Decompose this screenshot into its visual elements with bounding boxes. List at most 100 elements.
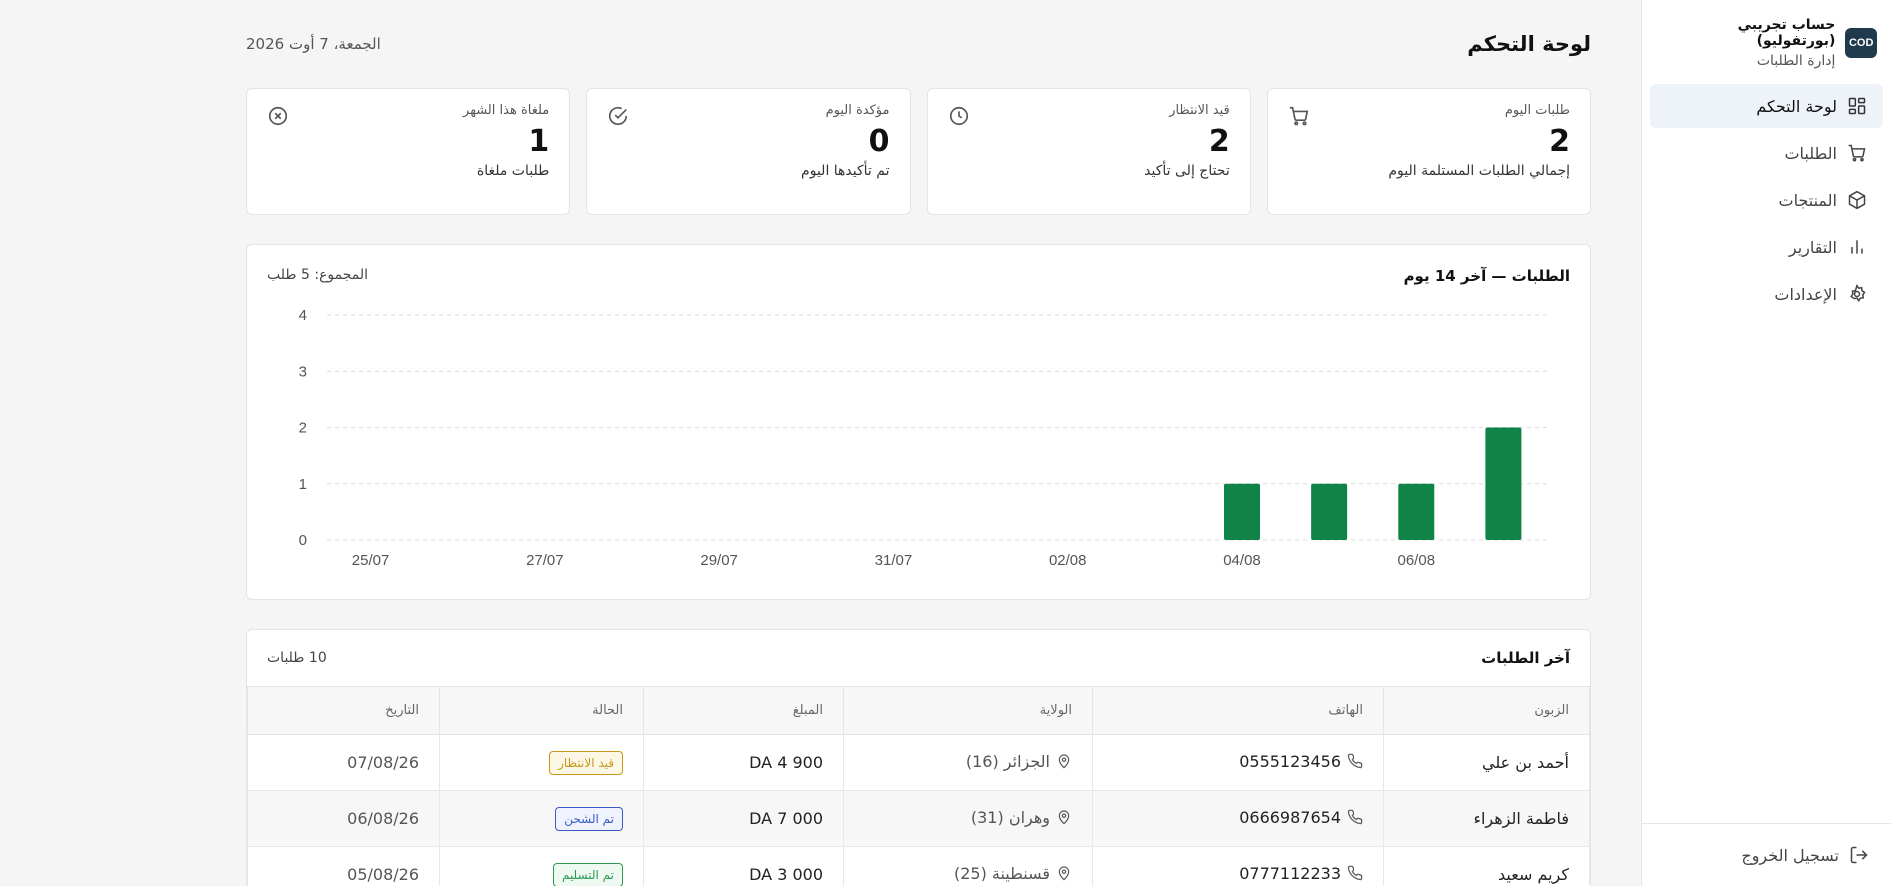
stat-label: طلبات اليوم (1504, 103, 1570, 118)
x-tick-label: 25/07 (352, 552, 390, 569)
stat-label: ملغاة هذا الشهر (463, 103, 550, 118)
cell-wilaya: قسنطينة (25) (843, 846, 1093, 886)
cell-amount: DA 4 900 (643, 734, 844, 791)
phone-icon (1347, 753, 1363, 769)
cell-phone: 0555123456 (1092, 734, 1384, 791)
phone-icon (1347, 809, 1363, 825)
column-header-wilaya[interactable]: الولاية (843, 686, 1093, 735)
x-tick-label: 29/07 (700, 552, 738, 569)
brand-name: حساب تجريبي (بورتفوليو) (1737, 17, 1836, 49)
stat-value: 0 (868, 124, 890, 159)
clock-icon (949, 106, 968, 126)
x-tick-label: 31/07 (875, 552, 913, 569)
cell-status: تم التسليم (439, 846, 644, 886)
x-tick-label: 04/08 (1223, 552, 1261, 569)
x-circle-icon (268, 106, 288, 126)
cell-amount: DA 7 000 (643, 790, 844, 847)
sidebar-item-label: الطلبات (1784, 143, 1837, 163)
column-header-status[interactable]: الحالة (439, 686, 644, 735)
cell-status: قيد الانتظار (439, 734, 644, 791)
cell-wilaya: الجزائر (16) (843, 734, 1093, 791)
brand: COD حساب تجريبي (بورتفوليو) إدارة الطلبا… (1642, 0, 1891, 70)
chart-total: المجموع: 5 طلب (267, 267, 369, 283)
stat-card-confirmed: مؤكدة اليوم 0 تم تأكيدها اليوم (586, 88, 911, 215)
stat-label: قيد الانتظار (1169, 103, 1230, 118)
table-row[interactable]: كريم سعيد 0777112233 قسنطينة (25) DA 3 000 ت… (247, 846, 1590, 886)
map-pin-icon (1058, 810, 1070, 825)
page-title: لوحة التحكم (1467, 32, 1591, 56)
orders-bar-chart: 0 1 2 3 4 25/07 27/07 29/07 31/07 02/08 04/08 06/08 (299, 307, 1547, 569)
column-header-amount[interactable]: المبلغ (643, 686, 844, 735)
check-circle-icon (609, 106, 628, 125)
brand-logo: COD (1845, 28, 1877, 58)
bar-chart-icon (1851, 240, 1863, 254)
stat-desc: تم تأكيدها اليوم (801, 163, 890, 179)
phone-text: 0777112233 (1239, 863, 1341, 883)
logout-button[interactable]: تسجيل الخروج (1641, 823, 1891, 886)
sidebar-item-dashboard[interactable]: لوحة التحكم (1650, 84, 1883, 128)
sidebar-item-products[interactable]: المنتجات (1650, 178, 1883, 222)
orders-title: آخر الطلبات (1481, 649, 1570, 667)
sidebar-item-label: المنتجات (1778, 190, 1838, 210)
cell-phone: 0777112233 (1092, 846, 1384, 886)
main-content: لوحة التحكم الجمعة، 7 أوت 2026 طلبات الي… (246, 0, 1591, 886)
stat-desc: طلبات ملغاة (476, 163, 550, 179)
sidebar-item-reports[interactable]: التقارير (1650, 225, 1883, 269)
y-tick-label: 4 (299, 307, 307, 324)
y-tick-label: 3 (299, 363, 307, 380)
y-tick-label: 1 (299, 476, 307, 493)
sidebar: COD حساب تجريبي (بورتفوليو) إدارة الطلبا… (1641, 0, 1891, 886)
phone-text: 0666987654 (1239, 807, 1341, 827)
orders-table: الزبون الهاتف الولاية المبلغ الحالة التا… (247, 686, 1590, 886)
status-badge: تم التسليم (552, 862, 623, 886)
stat-value: 1 (528, 124, 550, 159)
cell-amount: DA 3 000 (643, 846, 844, 886)
cell-phone: 0666987654 (1092, 790, 1384, 847)
stats-row: طلبات اليوم 2 إجمالي الطلبات المستلمة ال… (246, 88, 1591, 215)
cell-date: 05/08/26 (247, 846, 440, 886)
orders-chart-card: الطلبات — آخر 14 يوم المجموع: 5 طلب 0 1 2 3… (246, 244, 1591, 600)
brand-subtitle: إدارة الطلبات (1756, 53, 1836, 69)
status-badge: تم الشحن (555, 806, 623, 831)
phone-text: 0555123456 (1239, 751, 1341, 771)
sidebar-item-label: الإعدادات (1774, 284, 1837, 304)
phone-icon (1347, 865, 1363, 881)
column-header-date[interactable]: التاريخ (247, 686, 440, 735)
x-tick-label: 02/08 (1049, 552, 1087, 569)
chart-bar[interactable] (1224, 483, 1260, 540)
wilaya-text: قسنطينة (25) (953, 863, 1050, 883)
cell-date: 07/08/26 (247, 734, 440, 791)
y-tick-label: 2 (299, 420, 307, 437)
table-row[interactable]: أحمد بن علي 0555123456 الجزائر (16) DA 4 90… (247, 734, 1590, 791)
column-header-phone[interactable]: الهاتف (1092, 686, 1384, 735)
chart-title: الطلبات — آخر 14 يوم (1403, 267, 1570, 285)
cell-date: 06/08/26 (247, 790, 440, 847)
status-badge: قيد الانتظار (549, 750, 623, 775)
page-header: لوحة التحكم الجمعة، 7 أوت 2026 (246, 0, 1591, 88)
sidebar-item-label: التقارير (1788, 237, 1837, 257)
recent-orders-card: آخر الطلبات 10 طلبات الزبون الهاتف الولا… (246, 629, 1591, 886)
gear-icon (1850, 284, 1866, 303)
column-header-customer[interactable]: الزبون (1383, 686, 1590, 735)
cell-status: تم الشحن (439, 790, 644, 847)
stat-label: مؤكدة اليوم (825, 103, 890, 118)
stat-card-cancelled: ملغاة هذا الشهر 1 طلبات ملغاة (246, 88, 571, 215)
chart-bar[interactable] (1311, 483, 1348, 540)
orders-count: 10 طلبات (267, 650, 327, 666)
table-row[interactable]: فاطمة الزهراء 0666987654 وهران (31) DA 7 00… (247, 790, 1590, 847)
sidebar-item-settings[interactable]: الإعدادات (1650, 272, 1883, 316)
current-date: الجمعة، 7 أوت 2026 (246, 35, 381, 53)
cell-customer: كريم سعيد (1383, 846, 1590, 886)
stat-value: 2 (1549, 124, 1570, 159)
wilaya-text: وهران (31) (970, 807, 1050, 827)
stat-desc: تحتاج إلى تأكيد (1144, 163, 1230, 179)
x-tick-label: 06/08 (1398, 552, 1436, 569)
cell-customer: فاطمة الزهراء (1383, 790, 1590, 847)
sidebar-item-orders[interactable]: الطلبات (1650, 131, 1883, 175)
stat-desc: إجمالي الطلبات المستلمة اليوم (1388, 163, 1570, 179)
chart-bar[interactable] (1485, 427, 1522, 541)
stat-card-today-orders: طلبات اليوم 2 إجمالي الطلبات المستلمة ال… (1266, 88, 1591, 215)
sidebar-item-label: لوحة التحكم (1756, 96, 1837, 116)
chart-bar[interactable] (1398, 483, 1435, 540)
logout-label: تسجيل الخروج (1741, 845, 1839, 865)
